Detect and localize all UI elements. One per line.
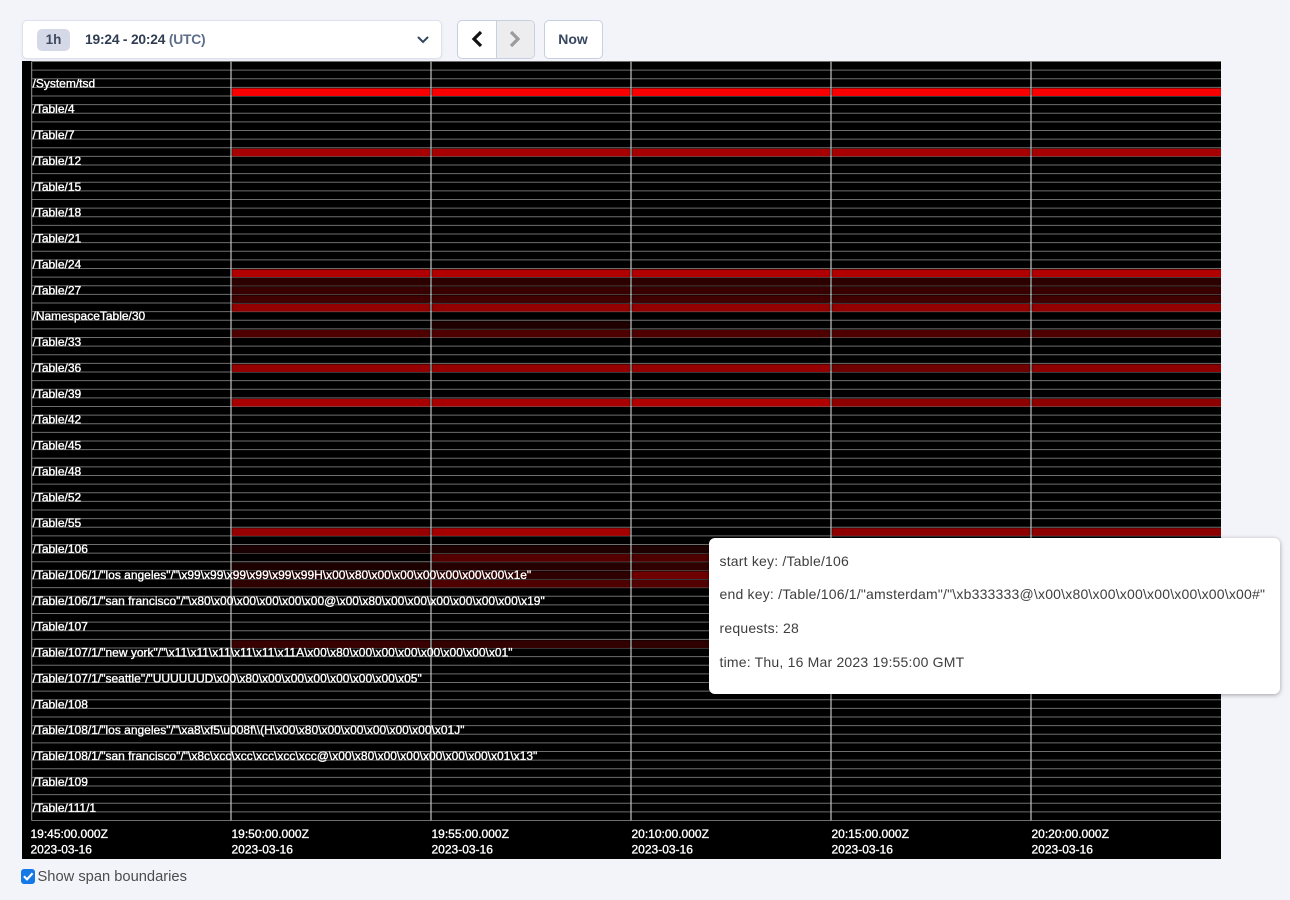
svg-text:2023-03-16: 2023-03-16 [1032, 843, 1094, 857]
svg-text:/Table/27: /Table/27 [33, 283, 82, 297]
svg-text:/Table/36: /Table/36 [33, 361, 82, 375]
svg-text:/Table/48: /Table/48 [33, 464, 82, 478]
svg-text:2023-03-16: 2023-03-16 [232, 843, 294, 857]
svg-text:2023-03-16: 2023-03-16 [31, 843, 93, 857]
svg-text:/System/tsd: /System/tsd [33, 76, 96, 90]
svg-text:/Table/45: /Table/45 [33, 439, 82, 453]
svg-text:20:10:00.000Z: 20:10:00.000Z [632, 827, 709, 841]
svg-text:19:45:00.000Z: 19:45:00.000Z [31, 827, 108, 841]
svg-text:19:55:00.000Z: 19:55:00.000Z [432, 827, 509, 841]
svg-text:20:15:00.000Z: 20:15:00.000Z [832, 827, 909, 841]
svg-text:/Table/108/1/"san francisco"/": /Table/108/1/"san francisco"/"\x8c\xcc\x… [33, 749, 538, 763]
svg-text:/Table/42: /Table/42 [33, 413, 82, 427]
svg-text:/Table/107: /Table/107 [33, 620, 89, 634]
svg-text:19:50:00.000Z: 19:50:00.000Z [232, 827, 309, 841]
svg-text:/NamespaceTable/30: /NamespaceTable/30 [33, 309, 146, 323]
svg-text:20:20:00.000Z: 20:20:00.000Z [1032, 827, 1109, 841]
svg-text:/Table/108: /Table/108 [33, 697, 89, 711]
svg-text:/Table/109: /Table/109 [33, 775, 89, 789]
svg-text:/Table/15: /Table/15 [33, 180, 82, 194]
svg-text:2023-03-16: 2023-03-16 [832, 843, 894, 857]
svg-text:2023-03-16: 2023-03-16 [432, 843, 494, 857]
svg-text:/Table/33: /Table/33 [33, 335, 82, 349]
svg-text:/Table/18: /Table/18 [33, 206, 82, 220]
svg-text:/Table/106/1/"los angeles"/"\x: /Table/106/1/"los angeles"/"\x99\x99\x99… [33, 568, 532, 582]
svg-text:/Table/55: /Table/55 [33, 516, 82, 530]
svg-text:2023-03-16: 2023-03-16 [632, 843, 694, 857]
svg-text:/Table/4: /Table/4 [33, 102, 75, 116]
svg-text:/Table/24: /Table/24 [33, 257, 82, 271]
svg-text:/Table/111/1: /Table/111/1 [33, 801, 97, 815]
svg-text:/Table/52: /Table/52 [33, 490, 82, 504]
svg-text:/Table/107/1/"new york"/"\x11\: /Table/107/1/"new york"/"\x11\x11\x11\x1… [33, 646, 513, 660]
svg-text:/Table/108/1/"los angeles"/"\x: /Table/108/1/"los angeles"/"\xa8\xf5\u00… [33, 723, 465, 737]
svg-text:/Table/106: /Table/106 [33, 542, 89, 556]
svg-text:/Table/106/1/"san francisco"/": /Table/106/1/"san francisco"/"\x80\x00\x… [33, 594, 545, 608]
svg-text:/Table/21: /Table/21 [33, 232, 82, 246]
svg-text:/Table/12: /Table/12 [33, 154, 82, 168]
svg-text:/Table/7: /Table/7 [33, 128, 75, 142]
svg-text:/Table/107/1/"seattle"/"UUUUUU: /Table/107/1/"seattle"/"UUUUUUD\x00\x80\… [33, 671, 422, 685]
svg-text:/Table/39: /Table/39 [33, 387, 82, 401]
